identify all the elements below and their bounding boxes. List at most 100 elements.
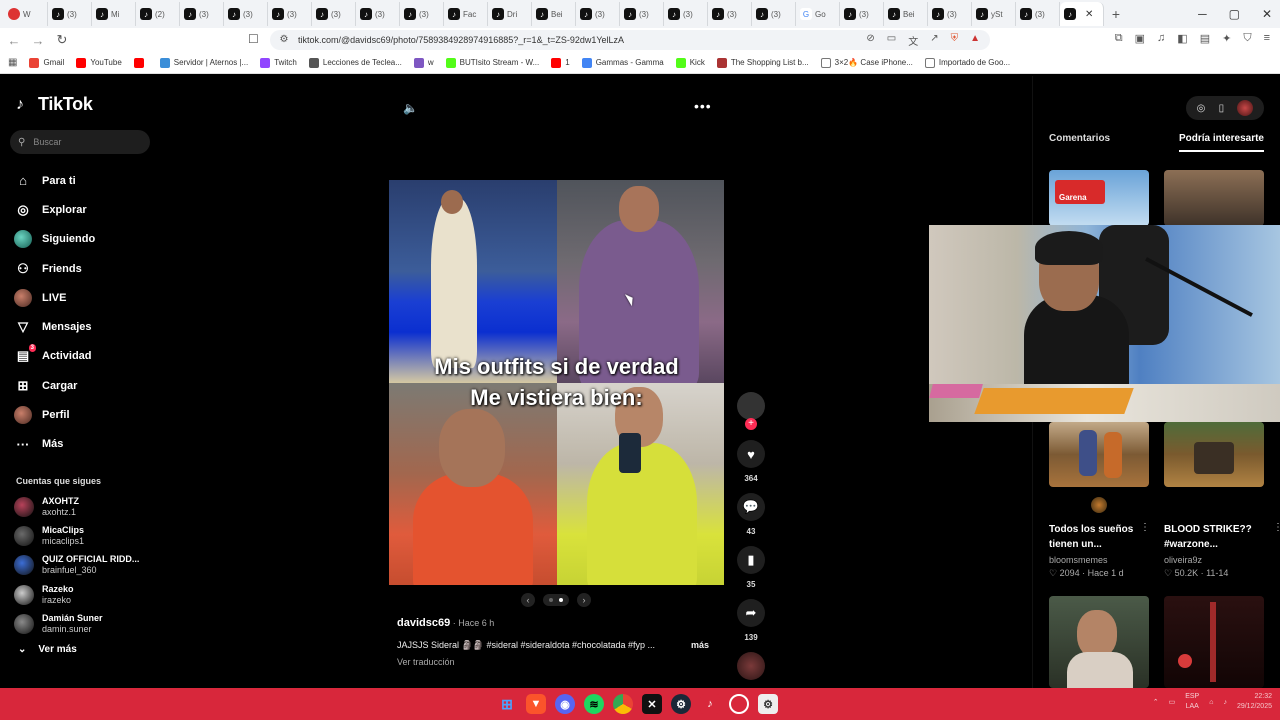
card-title[interactable]: Todos los sueños tienen un... <box>1049 522 1149 552</box>
sidebar-item-explorar[interactable]: ◎ Explorar <box>14 195 95 224</box>
browser-tab[interactable]: ♪ (3) <box>180 2 224 26</box>
discord-icon[interactable]: ◉ <box>555 694 575 714</box>
volume-tray-icon[interactable]: ♪ <box>1223 699 1227 706</box>
apps-grid-icon[interactable]: ▦ <box>8 57 17 68</box>
comment-icon[interactable]: 💬 <box>737 493 765 521</box>
wallet-icon[interactable]: ▤ <box>1200 32 1210 45</box>
card-more-icon[interactable]: ⋮ <box>1140 522 1150 533</box>
tray-app-icon[interactable]: ▭ <box>1169 698 1176 706</box>
translate-link[interactable]: Ver traducción <box>397 657 455 667</box>
search-input[interactable] <box>33 137 134 147</box>
tab-comentarios[interactable]: Comentarios <box>1049 133 1110 152</box>
follow-plus-icon[interactable]: + <box>745 418 757 430</box>
capcut-icon[interactable]: ✕ <box>642 694 662 714</box>
bookmark-item[interactable]: 3×2🔥 Case iPhone... <box>820 57 913 68</box>
language-indicator[interactable]: ESP LAA <box>1185 692 1199 712</box>
brave-icon[interactable]: ▼ <box>526 694 546 714</box>
url-text[interactable]: tiktok.com/@davidsc69/photo/758938492897… <box>298 35 624 45</box>
browser-tab[interactable]: ♪ (3) <box>1016 2 1060 26</box>
site-settings-icon[interactable]: ⚙ <box>278 34 290 46</box>
forward-icon[interactable]: → <box>28 33 48 48</box>
photo-carousel-image[interactable]: Mis outfits si de verdad Me vistiera bie… <box>389 180 724 585</box>
close-window-icon[interactable]: ✕ <box>1262 7 1272 21</box>
brave-rewards-icon[interactable]: ▲ <box>970 33 980 48</box>
browser-tab[interactable]: ♪ (3) <box>356 2 400 26</box>
share-icon[interactable]: ↗ <box>930 33 938 48</box>
chrome-icon[interactable] <box>613 694 633 714</box>
carousel-dot[interactable] <box>549 598 553 602</box>
following-account[interactable]: Damián Suner damin.suner <box>14 609 139 638</box>
bookmark-item[interactable]: Gammas - Gamma <box>581 57 664 68</box>
sidebar-icon[interactable]: ◧ <box>1177 32 1187 45</box>
search-box[interactable]: ⚲ <box>10 130 150 154</box>
suggested-video-thumb[interactable] <box>1164 596 1264 688</box>
browser-tab[interactable]: ♪ (3) <box>752 2 796 26</box>
bookmark-item[interactable]: Servidor | Aternos |... <box>159 57 248 68</box>
browser-tab[interactable]: ♪ (3) <box>224 2 268 26</box>
card-title[interactable]: BLOOD STRIKE?? #warzone... <box>1164 522 1264 552</box>
browser-tab[interactable]: ♪ (3) <box>268 2 312 26</box>
bookmark-item[interactable]: Twitch <box>260 57 297 68</box>
active-browser-tab[interactable]: ♪ ✕ <box>1060 2 1104 26</box>
suggested-video-thumb[interactable] <box>1049 596 1149 688</box>
browser-tab[interactable]: ♪ (3) <box>48 2 92 26</box>
sidebar-item-para-ti[interactable]: ⌂ Para ti <box>14 166 95 195</box>
browser-tab[interactable]: G Go <box>796 2 840 26</box>
following-account[interactable]: AXOHTZ axohtz.1 <box>14 492 139 521</box>
following-account[interactable]: MicaClips micaclips1 <box>14 521 139 550</box>
bookmark-item[interactable]: Gmail <box>29 57 64 68</box>
card-author[interactable]: oliveira9z <box>1164 554 1279 567</box>
tiktok-logo[interactable]: ♪ TikTok <box>16 94 93 115</box>
suggested-video-thumb[interactable] <box>1164 422 1264 487</box>
like-heart-icon[interactable]: ♥ <box>737 440 765 468</box>
browser-tab[interactable]: ♪ (3) <box>576 2 620 26</box>
carousel-dot-active[interactable] <box>559 598 563 602</box>
browser-tab[interactable]: ♪ Mi <box>92 2 136 26</box>
windows-start-icon[interactable]: ⊞ <box>497 694 517 714</box>
following-account[interactable]: Razeko irazeko <box>14 580 139 609</box>
vpn-icon[interactable]: ⛉ <box>1243 32 1251 45</box>
bookmark-icon[interactable]: ☐ <box>248 32 259 46</box>
leo-ai-icon[interactable]: ✦ <box>1222 32 1231 45</box>
bookmark-item[interactable]: BUTIsito Stream - W... <box>445 57 539 68</box>
see-more-button[interactable]: ⌄ Ver más <box>18 644 77 655</box>
browser-tab[interactable]: ♪ (3) <box>312 2 356 26</box>
clock[interactable]: 22:32 29/12/2025 <box>1237 692 1272 712</box>
browser-tab[interactable]: ♪ Dri <box>488 2 532 26</box>
more-link[interactable]: más <box>691 640 709 650</box>
brave-shield-icon[interactable]: ⛨ <box>951 33 959 48</box>
cast-icon[interactable]: ▭ <box>887 33 896 48</box>
sidebar-item-siguiendo[interactable]: Siguiendo <box>14 225 95 254</box>
browser-tab[interactable]: ♪ (3) <box>840 2 884 26</box>
browser-tab[interactable]: ♪ (2) <box>136 2 180 26</box>
coin-icon[interactable]: ◎ <box>1197 103 1206 114</box>
new-tab-icon[interactable]: + <box>1104 6 1128 22</box>
menu-icon[interactable]: ≡ <box>1264 32 1270 45</box>
browser-tab[interactable]: ♪ Bei <box>884 2 928 26</box>
carousel-next-icon[interactable]: › <box>577 593 591 607</box>
more-options-icon[interactable]: ••• <box>694 98 712 114</box>
close-tab-icon[interactable]: ✕ <box>1085 9 1093 20</box>
user-avatar[interactable] <box>1237 100 1254 116</box>
card-author[interactable]: bloomsmemes <box>1049 554 1164 567</box>
device-icon[interactable]: ▯ <box>1219 103 1225 114</box>
steam-icon[interactable]: ⚙ <box>671 694 691 714</box>
minimize-icon[interactable]: ─ <box>1198 7 1207 21</box>
sidebar-item-live[interactable]: LIVE <box>14 283 95 312</box>
creator-avatar[interactable]: + <box>737 392 765 430</box>
browser-tab[interactable]: ♪ Fac <box>444 2 488 26</box>
tiktok-app-icon[interactable]: ♪ <box>700 694 720 714</box>
back-icon[interactable]: ← <box>4 33 24 48</box>
sidebar-item-mensajes[interactable]: ▽ Mensajes <box>14 312 95 341</box>
browser-tab[interactable]: ♪ (3) <box>400 2 444 26</box>
browser-tab[interactable]: ♪ (3) <box>664 2 708 26</box>
extensions-icon[interactable]: ⧉ <box>1115 32 1123 45</box>
carousel-prev-icon[interactable]: ‹ <box>521 593 535 607</box>
sidebar-item-m-s[interactable]: ··· Más <box>14 430 95 459</box>
tab-podria-interesarte[interactable]: Podría interesarte <box>1178 133 1264 152</box>
share-arrow-icon[interactable]: ➦ <box>737 599 765 627</box>
suggested-video-thumb[interactable] <box>1049 422 1149 487</box>
translate-icon[interactable]: 文 <box>908 33 918 48</box>
sidebar-item-friends[interactable]: ⚇ Friends <box>14 254 95 283</box>
tab-search-icon[interactable]: ▣ <box>1135 32 1145 45</box>
